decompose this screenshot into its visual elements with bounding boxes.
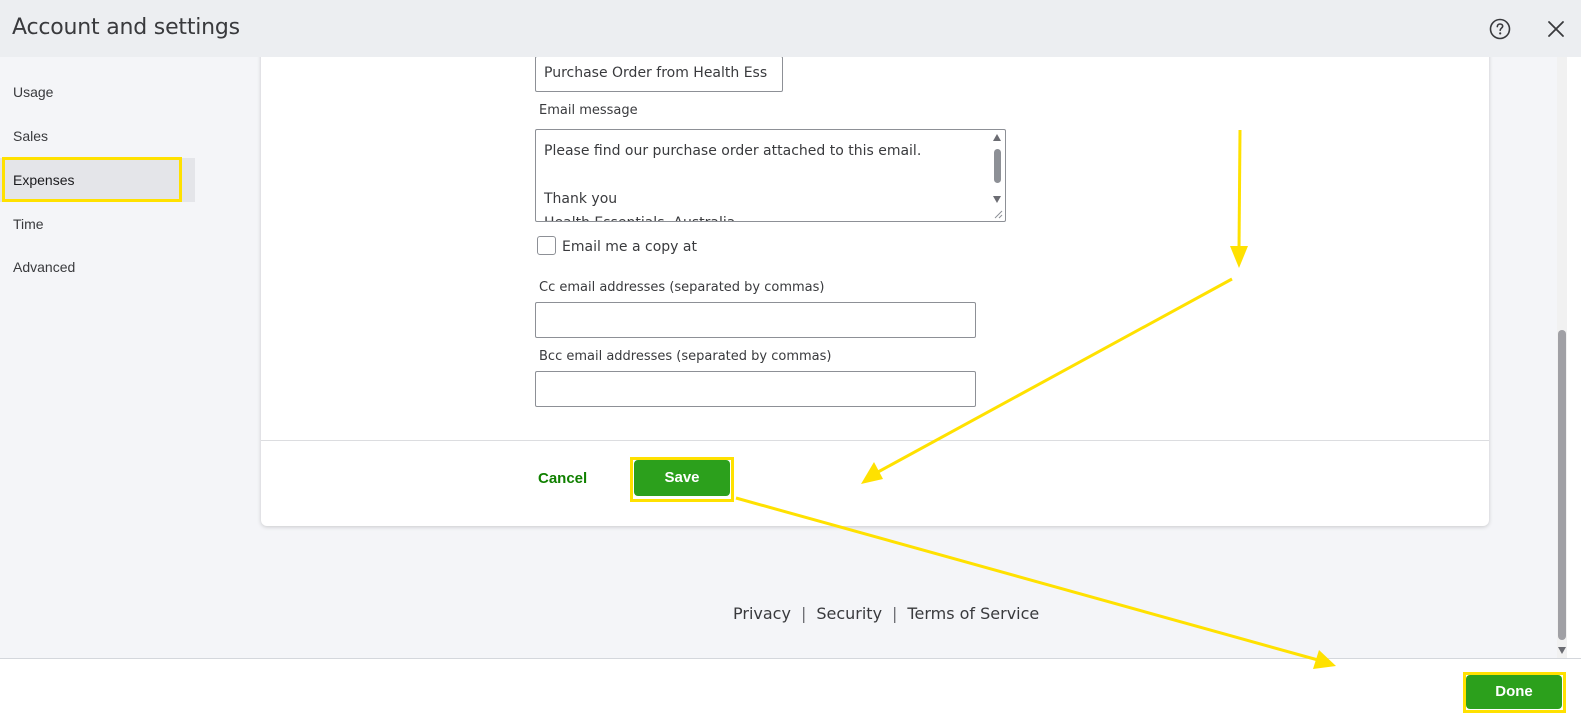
scroll-up-arrow-icon[interactable] [993,134,1001,141]
settings-sidebar: Usage Sales Expenses Time Advanced [0,57,195,658]
help-icon[interactable] [1489,18,1511,40]
settings-header: Account and settings [0,0,1581,57]
close-icon[interactable] [1545,18,1567,40]
footer-links: Privacy | Security | Terms of Service [733,604,1039,623]
sidebar-item-advanced[interactable]: Advanced [0,245,195,289]
email-message-label: Email message [539,103,638,118]
privacy-link[interactable]: Privacy [733,604,791,623]
sidebar-item-usage[interactable]: Usage [0,70,195,114]
terms-link[interactable]: Terms of Service [907,604,1039,623]
cancel-button[interactable]: Cancel [538,470,587,487]
save-button[interactable]: Save [634,460,730,496]
cc-email-input[interactable] [535,302,976,338]
footer-separator: | [800,604,807,623]
done-button[interactable]: Done [1466,675,1562,709]
email-subject-field[interactable]: Purchase Order from Health Ess [535,57,783,92]
resize-grip-icon[interactable] [993,209,1003,219]
scroll-down-arrow-icon[interactable] [993,196,1001,203]
cc-label: Cc email addresses (separated by commas) [539,280,825,295]
sidebar-item-expenses[interactable]: Expenses [0,158,195,202]
email-copy-label: Email me a copy at [562,239,697,255]
sidebar-item-time[interactable]: Time [0,202,195,246]
page-title: Account and settings [12,15,240,40]
page-scrollbar[interactable] [1557,57,1567,658]
textarea-scroll-thumb[interactable] [994,149,1001,183]
bcc-email-input[interactable] [535,371,976,407]
email-message-line: Please find our purchase order attached … [544,143,922,159]
email-message-line [544,163,981,187]
card-divider [261,440,1489,441]
email-message-line: Health Essentials, Australia [544,211,981,221]
email-settings-card: Purchase Order from Health Ess Email mes… [261,57,1489,526]
email-message-line: Thank you [544,191,618,207]
email-message-textarea[interactable]: Please find our purchase order attached … [535,129,1006,222]
footer-separator: | [892,604,898,623]
page-scroll-down-icon[interactable] [1558,647,1566,654]
textarea-scrollbar[interactable] [991,131,1004,220]
bottom-action-bar [0,658,1581,726]
page-scroll-thumb[interactable] [1558,330,1566,640]
main-content: Purchase Order from Health Ess Email mes… [195,57,1557,658]
sidebar-item-sales[interactable]: Sales [0,114,195,158]
bcc-label: Bcc email addresses (separated by commas… [539,349,832,364]
security-link[interactable]: Security [816,604,882,623]
email-copy-checkbox[interactable] [537,236,556,255]
